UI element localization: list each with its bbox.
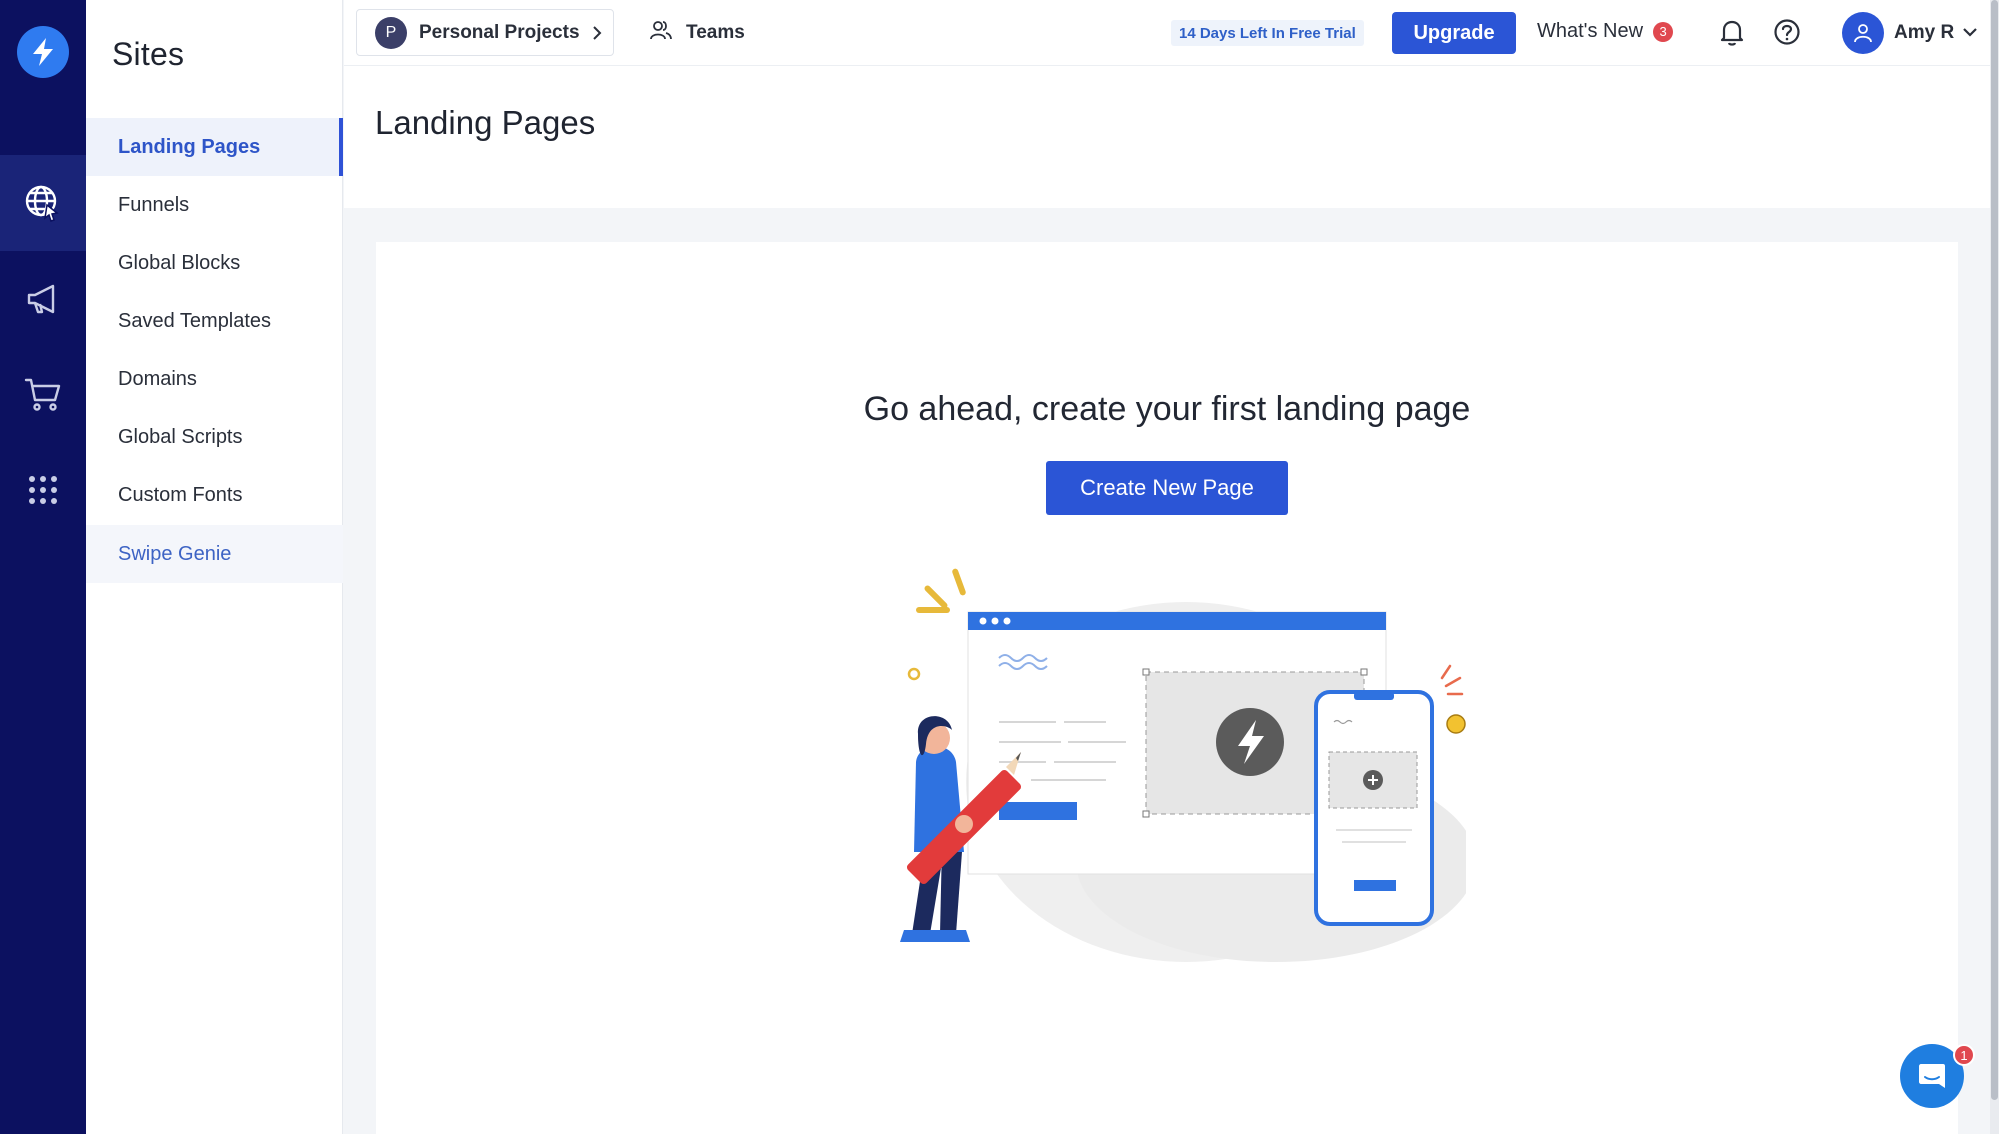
upgrade-button[interactable]: Upgrade [1392, 12, 1516, 54]
bolt-logo-icon[interactable] [17, 26, 69, 78]
whats-new-label: What's New [1537, 20, 1644, 42]
chat-unread-badge: 1 [1953, 1044, 1975, 1066]
teams-link[interactable]: Teams [650, 18, 745, 48]
chevron-right-icon [592, 25, 602, 41]
megaphone-icon[interactable] [0, 251, 86, 347]
teams-icon [650, 19, 672, 47]
sidebar-item-custom-fonts[interactable]: Custom Fonts [86, 466, 343, 524]
empty-state-title: Go ahead, create your first landing page [863, 390, 1471, 428]
landing-page-illustration [856, 562, 1476, 972]
cart-icon[interactable] [0, 346, 86, 442]
chevron-down-icon [1962, 24, 1978, 42]
trial-badge: 14 Days Left In Free Trial [1171, 20, 1364, 46]
user-name: Amy R [1894, 22, 1955, 43]
sidebar-item-landing-pages[interactable]: Landing Pages [86, 118, 343, 176]
page-header: Landing Pages [344, 66, 1990, 208]
apps-grid-icon[interactable] [0, 442, 86, 538]
project-avatar: P [375, 16, 407, 49]
teams-label: Teams [686, 22, 745, 43]
sidebar-title: Sites [112, 36, 185, 72]
whats-new-link[interactable]: What's New 3 [1537, 20, 1674, 43]
sidebar-item-global-blocks[interactable]: Global Blocks [86, 234, 343, 292]
page-title: Landing Pages [375, 104, 596, 141]
top-bar: P Personal Projects Teams 14 Days Left I… [344, 0, 1999, 66]
sites-sidebar: Sites Landing Pages Funnels Global Block… [86, 0, 343, 1134]
sidebar-item-swipe-genie[interactable]: Swipe Genie [86, 525, 343, 583]
create-new-page-button[interactable]: Create New Page [1046, 461, 1288, 515]
sidebar-item-funnels[interactable]: Funnels [86, 176, 343, 234]
sidebar-item-domains[interactable]: Domains [86, 350, 343, 408]
help-icon[interactable] [1773, 18, 1801, 51]
icon-rail [0, 0, 86, 1134]
globe-cursor-icon[interactable] [0, 155, 86, 251]
sidebar-item-saved-templates[interactable]: Saved Templates [86, 292, 343, 350]
whats-new-count-badge: 3 [1653, 21, 1674, 42]
project-name: Personal Projects [419, 21, 580, 43]
user-menu[interactable]: Amy R [1842, 12, 1978, 54]
user-avatar-icon [1842, 12, 1884, 54]
sidebar-item-global-scripts[interactable]: Global Scripts [86, 408, 343, 466]
project-switcher[interactable]: P Personal Projects [356, 9, 614, 56]
page-scrollbar-thumb[interactable] [1991, 0, 1998, 1100]
bell-icon[interactable] [1719, 18, 1745, 51]
empty-state-card: Go ahead, create your first landing page… [376, 242, 1958, 1134]
